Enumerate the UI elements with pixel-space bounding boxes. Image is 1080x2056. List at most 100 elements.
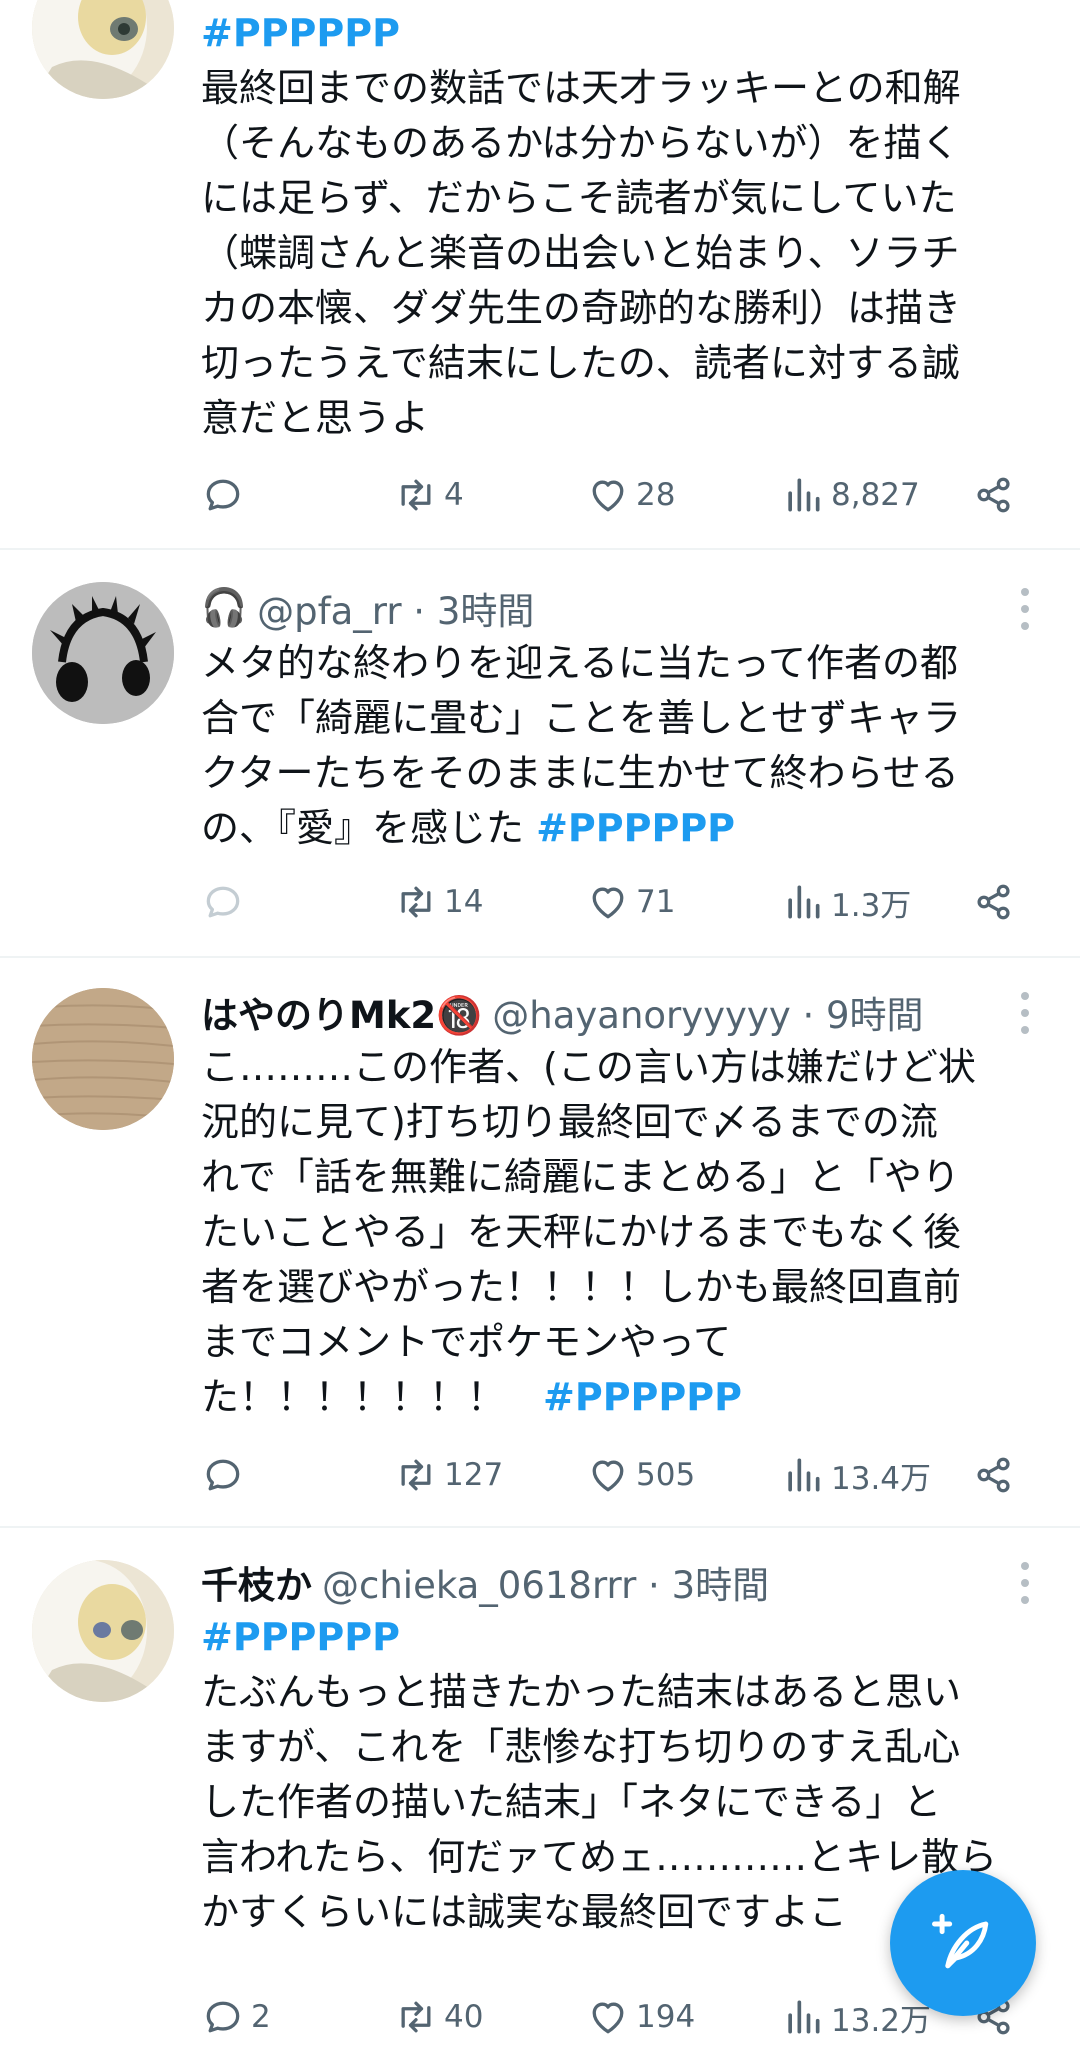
share-button[interactable] — [972, 872, 1016, 932]
tweet-text-line: （蝶調さんと楽音の出会いと始まり、ソラチ — [201, 231, 960, 275]
reply-button[interactable] — [201, 1445, 251, 1505]
tweet[interactable]: 🎧 @pfa_rr · 3時間 メタ的な終わりを迎えるに当たって作者の都 合で「… — [0, 550, 1080, 958]
tweet-text-line: カの本懐、ダダ先生の奇跡的な勝利）は描き — [201, 286, 962, 330]
heart-icon — [592, 887, 624, 919]
tweet[interactable]: #PPPPPP 最終回までの数話では天才ラッキーとの和解 （そんなものあるかは分… — [0, 0, 1080, 550]
hashtag-link[interactable]: #PPPPPP — [201, 6, 1040, 61]
view-count: 8,827 — [831, 477, 920, 513]
tweet-text-line: までコメントでポケモンやって — [201, 1320, 732, 1364]
tweet-text-line: 況的に見て)打ち切り最終回で〆るまでの流 — [201, 1100, 938, 1144]
tweet-text-line: 最終回までの数話では天才ラッキーとの和解 — [201, 66, 961, 110]
reply-icon — [206, 886, 240, 918]
like-count: 71 — [636, 884, 676, 920]
share-icon — [977, 477, 1010, 513]
views-icon — [788, 1458, 820, 1492]
tweet-text-line: メタ的な終わりを迎えるに当たって作者の都 — [201, 641, 958, 685]
retweet-button[interactable]: 14 — [394, 872, 483, 932]
avatar[interactable] — [32, 1560, 174, 1702]
view-count: 13.4万 — [831, 1460, 932, 1497]
reply-button[interactable]: 2 — [201, 1987, 271, 2047]
like-button[interactable]: 194 — [586, 1987, 695, 2047]
user-handle-time[interactable]: @hayanoryyyyy · 9時間 — [492, 985, 923, 1039]
heart-icon — [592, 2002, 624, 2034]
retweet-count: 127 — [444, 1457, 504, 1493]
share-icon — [977, 1457, 1010, 1493]
views-icon — [788, 478, 820, 512]
reply-icon — [206, 2001, 240, 2033]
tweet-text-line: には足らず、だからこそ読者が気にしていた — [201, 176, 957, 220]
more-options-button[interactable] — [1010, 1560, 1040, 1606]
user-display-name[interactable]: 千枝か — [201, 1555, 312, 1609]
heart-icon — [592, 1460, 624, 1492]
hashtag-link[interactable]: #PPPPPP — [201, 1610, 1040, 1665]
tweet-text-line: の、『愛』を感じた #PPPPPP — [201, 801, 1040, 856]
retweet-icon — [401, 886, 431, 918]
reply-button[interactable] — [201, 872, 251, 932]
tweet-text-line: たぶんもっと描きたかった結末はあると思い — [201, 1670, 962, 1714]
view-count: 13.2万 — [831, 2002, 932, 2039]
more-options-button[interactable] — [1010, 586, 1040, 632]
tweet-text-line: た！！！！！！！ #PPPPPP — [201, 1370, 1040, 1425]
tweet-text-line: 言われたら、何だァてめェ…………とキレ散ら — [201, 1835, 998, 1879]
views-button[interactable]: 13.4万 — [781, 1445, 931, 1505]
view-count: 1.3万 — [831, 887, 912, 924]
like-button[interactable]: 71 — [586, 872, 675, 932]
avatar-woodgrain-image — [32, 988, 174, 1130]
reply-count: 2 — [251, 1999, 271, 2035]
views-icon — [788, 2000, 820, 2034]
retweet-count: 14 — [444, 884, 484, 920]
retweet-button[interactable]: 127 — [394, 1445, 503, 1505]
share-button[interactable] — [972, 1445, 1016, 1505]
views-icon — [788, 885, 820, 919]
avatar-anime-image — [32, 0, 174, 99]
tweet-text: の、『愛』を感じた — [201, 806, 537, 850]
compose-button[interactable] — [890, 1870, 1036, 2016]
views-button[interactable]: 8,827 — [781, 465, 920, 525]
tweet-text-line: ますが、これを「悲惨な打ち切りのすえ乱心 — [201, 1725, 961, 1769]
share-button[interactable] — [972, 465, 1016, 525]
retweet-icon — [401, 2001, 431, 2033]
tweet-text-line: 者を選びやがった！！！！しかも最終回直前 — [201, 1265, 962, 1309]
tweet-text-line: クターたちをそのままに生かせて終わらせる — [201, 751, 959, 795]
avatar[interactable] — [32, 0, 174, 99]
user-display-name[interactable]: はやのりMk2🔞 — [201, 985, 482, 1039]
like-button[interactable]: 505 — [586, 1445, 695, 1505]
avatar[interactable] — [32, 582, 174, 724]
retweet-count: 4 — [444, 477, 464, 513]
tweet[interactable]: はやのりMk2🔞 @hayanoryyyyy · 9時間 こ………この作者、(こ… — [0, 958, 1080, 1528]
retweet-button[interactable]: 40 — [394, 1987, 483, 2047]
tweet-text-line: した作者の描いた結末」「ネタにできる」と — [201, 1780, 942, 1824]
like-count: 505 — [636, 1457, 696, 1493]
retweet-icon — [401, 479, 431, 511]
user-display-name[interactable]: 🎧 — [201, 586, 247, 630]
hashtag-link[interactable]: #PPPPPP — [536, 806, 735, 850]
tweet-text: た！！！！！！！ — [201, 1375, 544, 1419]
tweet-text-line: こ………この作者、(この言い方は嫌だけど状 — [201, 1045, 976, 1089]
tweet-text-line: 合で「綺麗に畳む」ことを善しとせずキャラ — [201, 696, 962, 740]
heart-icon — [592, 480, 624, 512]
avatar-anime-image — [32, 1560, 174, 1702]
share-icon — [977, 884, 1010, 920]
views-button[interactable]: 13.2万 — [781, 1987, 931, 2047]
reply-button[interactable] — [201, 465, 251, 525]
user-handle-time[interactable]: @chieka_0618rrr · 3時間 — [322, 1555, 769, 1609]
views-button[interactable]: 1.3万 — [781, 872, 911, 932]
tweet-text-line: 意だと思うよ — [201, 396, 430, 440]
reply-icon — [206, 479, 240, 511]
like-button[interactable]: 28 — [586, 465, 675, 525]
tweet-text-line: たいことやる」を天秤にかけるまでもなく後 — [201, 1210, 962, 1254]
hashtag-link[interactable]: #PPPPPP — [543, 1375, 742, 1419]
like-count: 28 — [636, 477, 676, 513]
retweet-count: 40 — [444, 1999, 484, 2035]
tweet-text-line: 切ったうえで結末にしたの、読者に対する誠 — [201, 341, 960, 385]
tweet-text-line: （そんなものあるかは分からないが）を描く — [201, 121, 960, 165]
avatar-headphone-image — [32, 582, 174, 724]
more-options-button[interactable] — [1010, 990, 1040, 1036]
retweet-button[interactable]: 4 — [394, 465, 464, 525]
compose-icon — [932, 1913, 989, 1969]
user-handle-time[interactable]: @pfa_rr · 3時間 — [257, 581, 534, 635]
like-count: 194 — [636, 1999, 696, 2035]
reply-icon — [206, 1459, 240, 1491]
avatar[interactable] — [32, 988, 174, 1130]
tweet-text-line: れで「話を無難に綺麗にまとめる」と「やり — [201, 1155, 960, 1199]
